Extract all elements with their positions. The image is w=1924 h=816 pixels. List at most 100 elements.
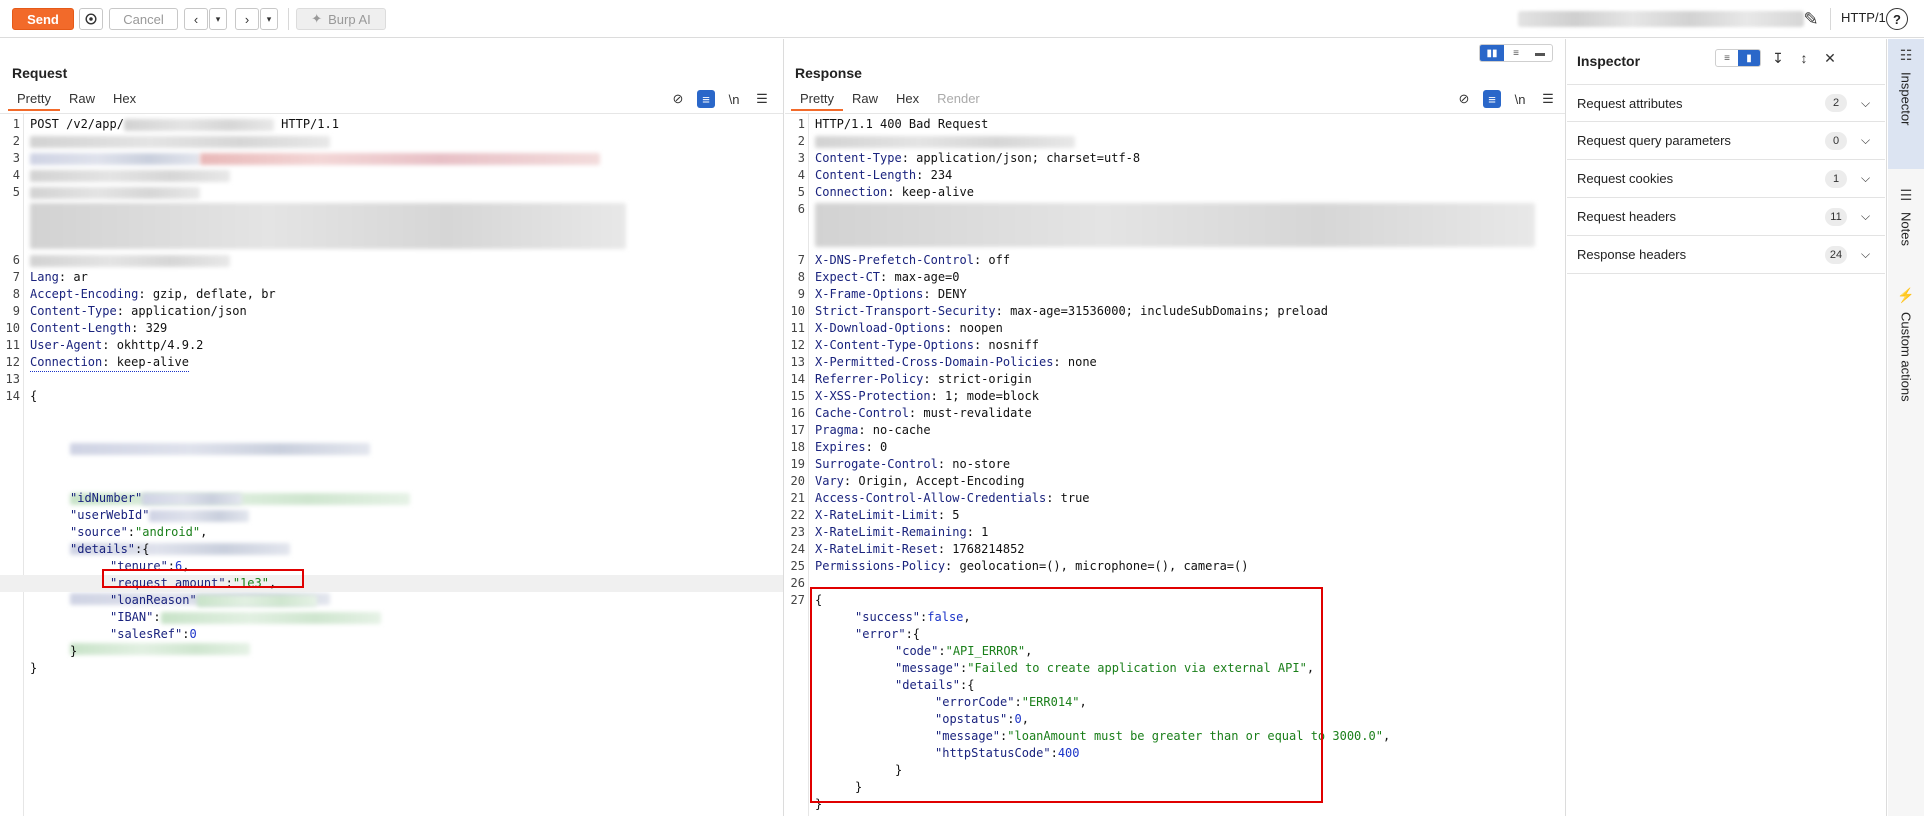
inspector-row-request-query-parameters[interactable]: Request query parameters 0 ⌵ [1567,122,1885,160]
edit-target-pencil-icon[interactable]: ✎ [1800,8,1822,30]
code-line: 21 Access-Control-Allow-Credentials: true [790,491,1090,505]
target-host-redacted[interactable] [1518,11,1804,27]
menu-icon[interactable]: ☰ [1539,90,1557,108]
code-line: 11 User-Agent: okhttp/4.9.2 [5,338,204,352]
redacted-header [30,254,230,267]
rail-tab-custom-actions[interactable]: ⚡ Custom actions [1888,279,1924,419]
code-line: 13 X-Permitted-Cross-Domain-Policies: non… [790,355,1097,369]
code-line: "details":{ [70,542,150,556]
request-editor[interactable]: 1 POST /v2/app/ HTTP/1.1 2 3 4 5 6 7 Lang:… [0,113,783,816]
hide-eye-icon[interactable]: ⊘ [1455,90,1473,108]
list-layout-icon[interactable]: ≡ [1716,50,1738,66]
redacted-field [70,443,370,455]
code-line: } [895,763,903,777]
status-line: HTTP/1.1 400 Bad Request [815,117,989,131]
tabs-layout-icon[interactable]: ▬ [1528,45,1552,61]
word-wrap-icon[interactable]: ≡ [1483,90,1501,108]
count-badge: 0 [1825,131,1847,150]
code-line: } [815,797,823,811]
inspector-tools: ≡ ▮ ↧ ↕ ✕ [1715,49,1839,67]
forward-history-dropdown-icon[interactable]: ▾ [260,8,278,30]
tab-pretty[interactable]: Pretty [8,89,60,111]
panel-layout-icon[interactable]: ▮ [1738,50,1760,66]
code-line: "details":{ [895,678,975,692]
response-editor[interactable]: 1 HTTP/1.1 400 Bad Request 2 3 Content-Typ… [785,113,1565,816]
code-line: 17 Pragma: no-cache [790,423,931,437]
code-line: "source":"android", [70,525,208,539]
menu-icon[interactable]: ☰ [753,90,771,108]
code-line: "userWebId" [0,507,783,524]
expand-all-icon[interactable]: ↧ [1769,49,1787,67]
code-line: 27{ [790,593,823,607]
request-amount-value: "1e3" [232,576,269,590]
code-line: 3 [0,150,783,167]
code-line: 24 X-RateLimit-Reset: 1768214852 [790,542,1025,556]
right-sidebar-rail: ☷ Inspector ☰ Notes ⚡ Custom actions [1888,39,1924,816]
forward-arrow-icon[interactable]: › [235,8,259,30]
top-toolbar: Send Cancel ‹ ▾ › ▾ ✦ Burp AI ✎ HTTP/1 ? [0,0,1924,38]
redacted-header-block [815,203,1535,247]
redacted-header [30,169,230,182]
code-line: "success":false, [855,610,971,624]
tab-hex[interactable]: Hex [887,89,928,111]
code-line: 2 [785,133,1565,150]
burp-ai-button[interactable]: ✦ Burp AI [296,8,386,30]
newline-toggle[interactable]: \n [1511,90,1529,108]
code-line: 12 X-Content-Type-Options: nosniff [790,338,1039,352]
code-line: "errorCode":"ERR014", [935,695,1087,709]
hide-eye-icon[interactable]: ⊘ [669,90,687,108]
request-view-tabs: Pretty Raw Hex [8,89,145,111]
lightning-icon: ⚡ [1897,287,1915,303]
tab-raw[interactable]: Raw [843,89,887,111]
inspector-row-request-headers[interactable]: Request headers 11 ⌵ [1567,198,1885,236]
split-horizontal-icon[interactable]: ▮▮ [1480,45,1504,61]
settings-gear-icon[interactable] [79,8,103,30]
rail-tab-inspector[interactable]: ☷ Inspector [1888,39,1924,169]
code-line: 18 Expires: 0 [790,440,888,454]
tab-render[interactable]: Render [928,89,989,111]
response-title: Response [795,65,862,81]
inspector-row-request-attributes[interactable]: Request attributes 2 ⌵ [1567,84,1885,122]
request-editor-tools: ⊘ ≡ \n ☰ [669,89,771,109]
inspector-layout-toggle[interactable]: ≡ ▮ [1715,49,1761,67]
count-badge: 24 [1825,245,1847,264]
protocol-label[interactable]: HTTP/1 [1841,10,1886,25]
code-line: 6 [785,201,1565,252]
redacted-value [149,509,250,522]
code-line-highlighted: "request amount":"1e3", [0,575,783,592]
code-line [0,201,783,252]
toolbar-divider [288,8,289,30]
tab-pretty[interactable]: Pretty [791,89,843,111]
rail-tab-notes[interactable]: ☰ Notes [1888,179,1924,269]
back-arrow-icon[interactable]: ‹ [184,8,208,30]
newline-toggle[interactable]: \n [725,90,743,108]
code-line: 16 Cache-Control: must-revalidate [790,406,1032,420]
code-line: 13 [5,372,20,386]
word-wrap-icon[interactable]: ≡ [697,90,715,108]
code-line: 4 [0,167,783,184]
split-vertical-icon[interactable]: ≡ [1504,45,1528,61]
response-editor-tools: ⊘ ≡ \n ☰ [1455,89,1557,109]
response-panel: ▮▮ ≡ ▬ Response Pretty Raw Hex Render ⊘ … [785,39,1566,816]
request-line-method: POST /v2/app/ [30,117,124,131]
code-line: 5 Connection: keep-alive [797,185,974,199]
redacted-token-block [30,203,626,249]
layout-toggle[interactable]: ▮▮ ≡ ▬ [1479,44,1553,62]
collapse-all-icon[interactable]: ↕ [1795,49,1813,67]
close-icon[interactable]: ✕ [1821,49,1839,67]
inspector-title: Inspector [1577,53,1641,69]
cancel-button[interactable]: Cancel [109,8,178,30]
inspector-row-response-headers[interactable]: Response headers 24 ⌵ [1567,236,1885,274]
send-button[interactable]: Send [12,8,74,30]
back-history-dropdown-icon[interactable]: ▾ [209,8,227,30]
tab-hex[interactable]: Hex [104,89,145,111]
code-line: 3 Content-Type: application/json; charset… [797,151,1141,165]
count-badge: 1 [1825,169,1847,188]
inspector-row-request-cookies[interactable]: Request cookies 1 ⌵ [1567,160,1885,198]
toolbar-divider [1830,8,1831,30]
code-line: 8 Expect-CT: max-age=0 [797,270,960,284]
code-line: 9 X-Frame-Options: DENY [797,287,967,301]
tab-raw[interactable]: Raw [60,89,104,111]
redacted-header [30,152,200,165]
help-icon[interactable]: ? [1886,8,1908,30]
